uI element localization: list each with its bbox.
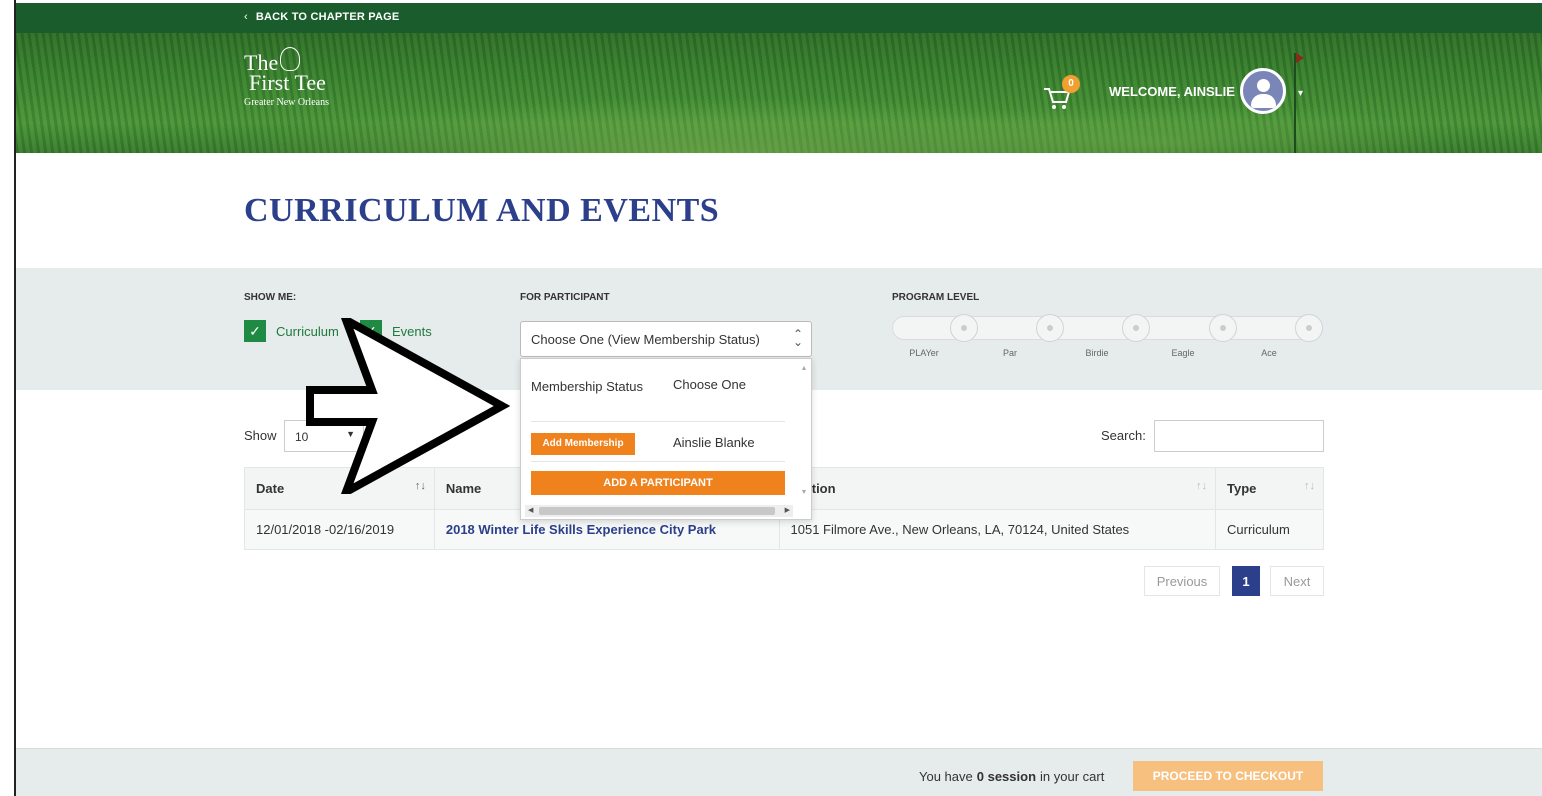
back-to-chapter-link[interactable]: ‹ BACK TO CHAPTER PAGE (244, 11, 399, 23)
participant-dropdown-menu: Membership Status Choose One Add Members… (520, 358, 812, 520)
cart-summary-text: You have 0 session in your cart (919, 769, 1105, 784)
level-label: PLAYer (909, 348, 939, 358)
cell-location: 1051 Filmore Ave., New Orleans, LA, 7012… (778, 509, 1217, 550)
cart-footer: You have 0 session in your cart PROCEED TO… (16, 748, 1542, 796)
slider-knob[interactable] (950, 314, 978, 342)
level-label: Ace (1261, 348, 1277, 358)
first-tee-logo[interactable]: The First Tee Greater New Orleans (244, 47, 329, 108)
column-header-location[interactable]: ation ↑↓ (778, 467, 1217, 510)
choose-one-header: Choose One (673, 377, 746, 392)
slider-knob[interactable] (1122, 314, 1150, 342)
show-entries-label: Show (244, 428, 277, 443)
caret-down-icon[interactable]: ▾ (1298, 88, 1303, 99)
search-label: Search: (1101, 428, 1146, 443)
user-avatar[interactable] (1240, 68, 1286, 114)
pagination-page-1[interactable]: 1 (1232, 566, 1260, 596)
proceed-to-checkout-button[interactable]: PROCEED TO CHECKOUT (1133, 761, 1323, 791)
cell-date: 12/01/2018 -02/16/2019 (244, 509, 435, 550)
level-label: Par (1002, 348, 1017, 358)
search-input[interactable] (1154, 420, 1324, 452)
divider (531, 461, 785, 462)
scrollbar-thumb[interactable] (539, 507, 775, 515)
add-participant-button[interactable]: ADD A PARTICIPANT (531, 471, 785, 495)
chevron-left-icon: ‹ (244, 11, 248, 23)
cart-count-badge: 0 (1062, 75, 1080, 93)
logo-emblem-icon (280, 47, 300, 71)
golf-flag-decoration (1294, 53, 1304, 153)
sort-icon: ↑↓ (1196, 480, 1208, 492)
cart-button[interactable]: 0 (1042, 75, 1080, 111)
slider-knob[interactable] (1036, 314, 1064, 342)
membership-status-header: Membership Status (531, 379, 643, 394)
show-me-label: SHOW ME: (244, 292, 297, 303)
pagination-next[interactable]: Next (1270, 566, 1324, 596)
participant-select[interactable]: Choose One (View Membership Status) ⌃ ⌄ (520, 321, 812, 357)
level-label: Birdie (1085, 348, 1109, 358)
scroll-left-icon: ◀ (528, 507, 534, 514)
slider-knob[interactable] (1295, 314, 1323, 342)
divider (531, 421, 785, 422)
level-label: Eagle (1171, 348, 1195, 358)
scroll-right-icon: ▶ (784, 507, 790, 514)
participant-option[interactable]: Ainslie Blanke (673, 435, 793, 450)
browser-page: ‹ BACK TO CHAPTER PAGE The First Tee Grea… (14, 0, 1542, 796)
column-header-type[interactable]: Type ↑↓ (1215, 467, 1324, 510)
scroll-up-icon: ▲ (800, 365, 808, 372)
horizontal-scrollbar[interactable]: ◀ ▶ (525, 505, 793, 517)
add-membership-button[interactable]: Add Membership (531, 433, 635, 455)
top-nav-bar: ‹ BACK TO CHAPTER PAGE (16, 3, 1542, 33)
annotation-arrow-icon (306, 318, 511, 494)
slider-knob[interactable] (1209, 314, 1237, 342)
page-title: CURRICULUM AND EVENTS (244, 192, 720, 229)
participant-label: FOR PARTICIPANT (520, 292, 610, 303)
scroll-down-icon: ▼ (800, 489, 808, 496)
cell-type: Curriculum (1215, 509, 1324, 550)
program-level-label: PROGRAM LEVEL (892, 292, 980, 303)
pagination-previous[interactable]: Previous (1144, 566, 1220, 596)
select-arrows-icon: ⌃ ⌄ (792, 327, 803, 349)
sort-icon: ↑↓ (1304, 480, 1315, 492)
checkmark-icon: ✓ (244, 320, 266, 342)
vertical-scrollbar[interactable]: ▲ ▼ (799, 363, 809, 503)
header-banner: The First Tee Greater New Orleans 0 WELC… (16, 33, 1542, 153)
welcome-text: WELCOME, AINSLIE (1109, 84, 1235, 99)
